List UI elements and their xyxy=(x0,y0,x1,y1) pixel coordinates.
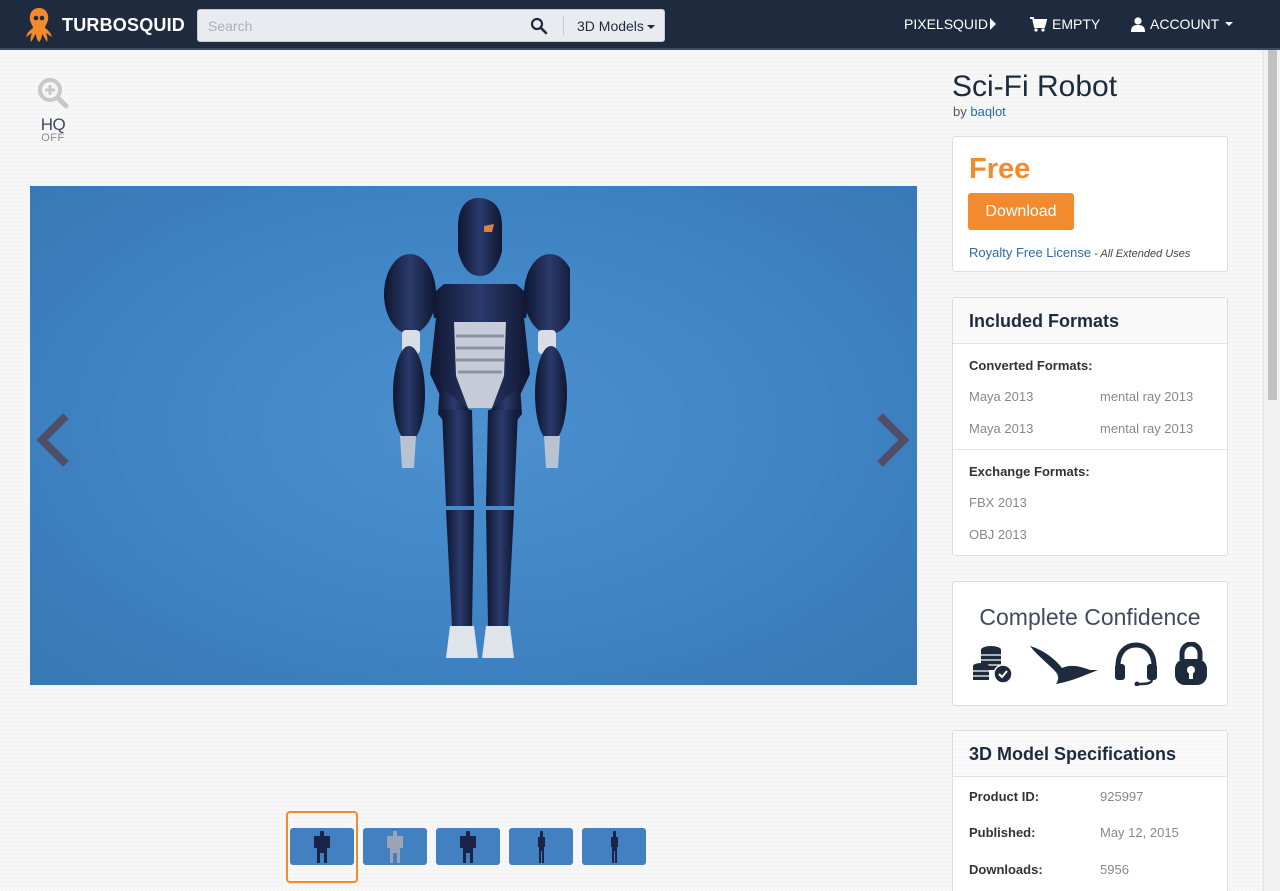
account-menu[interactable]: ACCOUNT xyxy=(1131,16,1234,32)
robot-thumb-icon xyxy=(460,831,476,863)
divider xyxy=(953,449,1227,450)
confidence-heading: Complete Confidence xyxy=(979,604,1201,630)
chevron-down-icon xyxy=(646,25,655,30)
format-item: Maya 2013 xyxy=(969,389,1034,404)
hq-toggle[interactable]: HQ OFF xyxy=(33,77,73,144)
headset-icon xyxy=(1115,642,1157,686)
user-icon xyxy=(1131,16,1145,32)
price-card: Free Download Royalty Free License - All … xyxy=(952,136,1228,272)
lock-icon xyxy=(1175,642,1207,685)
license-note: - All Extended Uses xyxy=(1094,248,1191,260)
play-icon xyxy=(990,18,997,30)
robot-model-image xyxy=(384,198,570,658)
robot-thumb-icon xyxy=(387,831,403,863)
thumbnail-2[interactable] xyxy=(363,828,427,865)
account-label: ACCOUNT xyxy=(1150,16,1220,32)
cart-link[interactable]: EMPTY xyxy=(1030,16,1100,32)
robot-thumb-icon xyxy=(314,831,330,863)
exchange-formats-label: Exchange Formats: xyxy=(969,464,1090,479)
thumbnail-1[interactable] xyxy=(290,828,354,865)
previous-image-arrow-icon[interactable] xyxy=(34,412,72,468)
pixelsquid-link[interactable]: PIXELSQUID xyxy=(904,16,997,32)
byline-prefix: by xyxy=(953,104,967,119)
product-title: Sci-Fi Robot xyxy=(952,70,1118,103)
format-item: mental ray 2013 xyxy=(1100,389,1194,404)
license-label: Royalty Free License xyxy=(969,245,1092,260)
spec-value: 5956 xyxy=(1100,862,1129,877)
price: Free xyxy=(969,153,1031,185)
spec-label: Published: xyxy=(969,825,1036,840)
thumbnail-5[interactable] xyxy=(582,828,646,865)
formats-heading: Included Formats xyxy=(953,298,1227,344)
format-item: OBJ 2013 xyxy=(969,527,1027,542)
zoom-in-icon xyxy=(38,78,69,109)
license-link[interactable]: Royalty Free License - All Extended Uses xyxy=(969,245,1190,260)
specifications-card: 3D Model Specifications Product ID: 9259… xyxy=(952,730,1228,891)
robot-thumb-icon xyxy=(611,831,618,863)
format-item: FBX 2013 xyxy=(969,495,1027,510)
hq-state: OFF xyxy=(41,132,65,144)
spec-value: 925997 xyxy=(1100,789,1144,804)
author-link[interactable]: baqlot xyxy=(970,104,1005,119)
spec-label: Product ID: xyxy=(969,789,1040,804)
search-category-label: 3D Models xyxy=(577,18,644,34)
scrollbar-thumb[interactable] xyxy=(1268,50,1277,400)
byline: by baqlot xyxy=(953,104,1006,119)
pixelsquid-label: PIXELSQUID xyxy=(904,16,989,32)
spec-value: May 12, 2015 xyxy=(1100,825,1179,840)
cart-label: EMPTY xyxy=(1052,16,1101,32)
squid-logo-icon xyxy=(26,8,52,42)
converted-formats-label: Converted Formats: xyxy=(969,358,1093,373)
top-nav: TURBOSQUID 3D Models PIXELSQUID EMPTY AC… xyxy=(0,0,1280,50)
complete-confidence-card: Complete Confidence xyxy=(952,581,1228,706)
specs-heading: 3D Model Specifications xyxy=(953,731,1227,777)
search-category-dropdown[interactable]: 3D Models xyxy=(577,18,655,34)
thumbnail-3[interactable] xyxy=(436,828,500,865)
download-button[interactable]: Download xyxy=(968,193,1074,230)
brand-name: TURBOSQUID xyxy=(62,14,185,35)
page-scrollbar[interactable] xyxy=(1263,50,1280,891)
coins-check-icon xyxy=(973,646,1013,684)
format-item: mental ray 2013 xyxy=(1100,421,1194,436)
search-divider xyxy=(563,16,564,36)
next-image-arrow-icon[interactable] xyxy=(874,412,912,468)
bird-icon xyxy=(1030,646,1098,684)
search-input[interactable] xyxy=(198,10,528,41)
search-icon[interactable] xyxy=(530,17,548,35)
spec-label: Downloads: xyxy=(969,862,1043,877)
chevron-down-icon xyxy=(1225,22,1234,26)
format-item: Maya 2013 xyxy=(969,421,1034,436)
cart-icon xyxy=(1030,16,1047,32)
model-viewer[interactable] xyxy=(30,186,917,685)
turbosquid-logo[interactable]: TURBOSQUID xyxy=(24,6,185,44)
thumbnail-4[interactable] xyxy=(509,828,573,865)
robot-thumb-icon xyxy=(538,831,545,863)
search-bar: 3D Models xyxy=(197,9,665,42)
included-formats-card: Included Formats Converted Formats: Maya… xyxy=(952,297,1228,556)
